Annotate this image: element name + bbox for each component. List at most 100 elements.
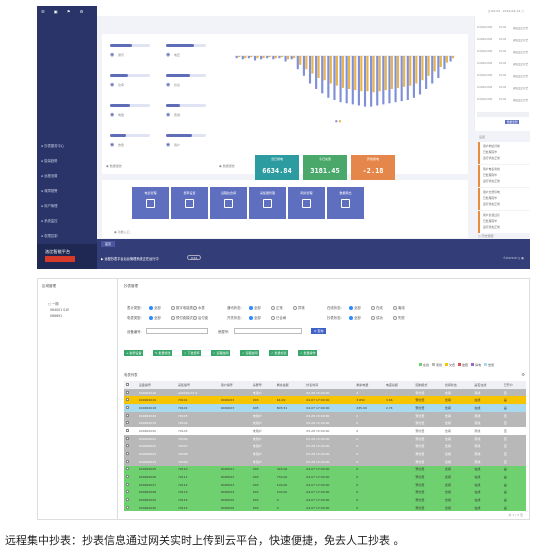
table-row[interactable]: 040902024 70109 未用户 05-28 15:00:00 0 预付费 合闸 离线否: [124, 457, 526, 466]
column-header[interactable]: 房屋号: [250, 381, 275, 389]
radio-icon[interactable]: [149, 306, 153, 310]
table-row[interactable]: 040902021 70106 未用户 05-28 15:00:00 0 预付费 合闸 离线否: [124, 434, 526, 443]
filter-option[interactable]: 全部: [249, 305, 261, 310]
radio-icon[interactable]: [149, 316, 153, 320]
row-checkbox[interactable]: [126, 405, 129, 409]
sidebar-item[interactable]: 故障报警: [41, 188, 57, 193]
radio-icon[interactable]: [193, 316, 197, 320]
filter-option[interactable]: 在线: [371, 305, 383, 310]
toolbar-button[interactable]: + 新增设备: [124, 350, 144, 356]
notes-link[interactable]: ◷ 历史报警: [478, 234, 494, 238]
table-row[interactable]: 040902020 70103 未用户 05-28 15:00:00 0 预付费 合闸 离线否: [124, 411, 526, 420]
table-row[interactable]: 040902019 70101 0000023 003 64.09 04-07 17:00…: [124, 396, 526, 405]
alarm-note[interactable]: 用户电表离线 已处理完毕 运行状态正常: [478, 165, 530, 187]
select-all-checkbox[interactable]: [126, 382, 129, 386]
toolbar-button[interactable]: ✓ 下发费率: [182, 350, 202, 356]
tree-node[interactable]: 066691: [48, 314, 69, 318]
column-header[interactable]: 合闸状态: [442, 381, 473, 389]
filter-option[interactable]: 全部: [349, 305, 361, 310]
feature-tile[interactable]: 数据导出: [327, 187, 364, 219]
column-header[interactable]: 电度总额: [383, 381, 414, 389]
radio-icon[interactable]: [249, 316, 253, 320]
radio-icon[interactable]: [193, 306, 197, 310]
side-link-settings[interactable]: 设置: [479, 135, 485, 139]
table-row[interactable]: 040902029 70114 0000025 003 0 04-07 17:00:00 0…: [124, 496, 526, 504]
column-header[interactable]: 采集编号: [175, 381, 219, 389]
sidebar-top-icons[interactable]: ☰ ▣ ⚑ ⚙: [41, 9, 87, 14]
radio-icon[interactable]: [371, 306, 375, 310]
table-row[interactable]: 040902018 70102 0000023 005 805.51 04-07 17:0…: [124, 404, 526, 412]
toolbar-button[interactable]: ✎ 批量修改: [153, 350, 173, 356]
sidebar-item[interactable]: 系统监控: [41, 218, 57, 223]
filter-option[interactable]: 成功: [371, 315, 383, 320]
column-header[interactable]: 用户编号: [218, 381, 251, 389]
radio-icon[interactable]: [371, 316, 375, 320]
radio-icon[interactable]: [349, 316, 353, 320]
device-search-input[interactable]: [146, 328, 208, 334]
filter-option[interactable]: 全部: [149, 315, 161, 320]
radio-icon[interactable]: [249, 306, 253, 310]
table-row[interactable]: 040902030 70115 0000026 003 0 04-07 17:00:00 0…: [124, 504, 526, 511]
feature-tile[interactable]: 远程拉合闸: [210, 187, 247, 219]
radio-icon[interactable]: [393, 316, 397, 320]
column-header[interactable]: 剩余金额: [274, 381, 305, 389]
row-checkbox[interactable]: [126, 436, 129, 440]
search-button[interactable]: Q 查询: [311, 328, 327, 334]
chart-link[interactable]: ▣ 数据报告: [219, 164, 235, 168]
radio-icon[interactable]: [271, 306, 275, 310]
column-header[interactable]: 抄表时间: [304, 381, 355, 389]
alarm-note[interactable]: 用户欠费停电 已处理完毕 运行状态正常: [478, 188, 530, 210]
toolbar-button[interactable]: ✓ 批量操作: [298, 350, 318, 356]
radio-icon[interactable]: [171, 306, 175, 310]
row-checkbox[interactable]: [126, 459, 129, 463]
sidebar-item[interactable]: 用户管理: [41, 203, 57, 208]
row-checkbox[interactable]: [126, 390, 129, 394]
tree-node[interactable]: □ 一期: [48, 301, 69, 306]
filter-option[interactable]: 预付费模式: [171, 315, 193, 320]
toolbar-button[interactable]: ✓ 批量抄表: [269, 350, 289, 356]
column-header[interactable]: 控制模式: [413, 381, 443, 389]
filter-option[interactable]: 全部: [149, 305, 161, 310]
side-link-button[interactable]: 数据监测: [505, 120, 520, 124]
sidebar-item[interactable]: 抄表服务中心: [41, 143, 64, 148]
room-search-input[interactable]: [234, 328, 302, 334]
table-row[interactable]: 040902027 70112 0000023 003 100.00 04-07 17:0…: [124, 480, 526, 489]
row-checkbox[interactable]: [126, 452, 129, 456]
row-checkbox[interactable]: [126, 467, 129, 471]
table-row[interactable]: 040902020 70105 未用户 05-28 15:00:00 0 预付费 合闸 离线否: [124, 427, 526, 435]
row-checkbox[interactable]: [126, 482, 129, 486]
feature-tile[interactable]: 电表管理: [132, 187, 169, 219]
table-row[interactable]: 040902028 70113 0000024 003 100.00 04-07 17:0…: [124, 488, 526, 497]
feature-tile[interactable]: 费率设置: [171, 187, 208, 219]
tiles-link[interactable]: ▣ 功能入口: [114, 230, 130, 234]
feature-tile[interactable]: 网关管理: [288, 187, 325, 219]
table-row[interactable]: 040902016 A00000 01 0 未用户 05-28 15:00:00 0 预付…: [124, 388, 526, 397]
alarm-note[interactable]: 用户负载过高 已处理完毕 运行状态正常: [478, 211, 530, 233]
row-checkbox[interactable]: [126, 421, 129, 425]
radio-icon[interactable]: [271, 316, 275, 320]
row-checkbox[interactable]: [126, 490, 129, 494]
row-checkbox[interactable]: [126, 475, 129, 479]
row-checkbox[interactable]: [126, 498, 129, 502]
row-checkbox[interactable]: [126, 413, 129, 417]
toolbar-button[interactable]: ✓ 远程合闸: [240, 350, 260, 356]
radio-icon[interactable]: [293, 306, 297, 310]
sidebar-item[interactable]: 远程设置: [41, 173, 57, 178]
column-header[interactable]: [124, 381, 137, 389]
sidebar-item[interactable]: 能量趋势: [41, 158, 57, 163]
filter-option[interactable]: 数字电能表: [171, 305, 193, 310]
column-header[interactable]: 剩余电量: [354, 381, 384, 389]
filter-option[interactable]: 水表: [193, 305, 205, 310]
filter-option[interactable]: 全部: [349, 315, 361, 320]
table-row[interactable]: 040902026 70111 0000022 003 730.00 04-07 17:0…: [124, 473, 526, 481]
radio-icon[interactable]: [171, 316, 175, 320]
table-row[interactable]: 040902023 70108 未用户 05-28 15:00:00 0 预付费 合闸 离线否: [124, 450, 526, 458]
radio-icon[interactable]: [393, 306, 397, 310]
filter-option[interactable]: 全部: [249, 315, 261, 320]
sidebar-item[interactable]: 权限控制: [41, 233, 57, 238]
column-header[interactable]: 设备编号: [136, 381, 176, 389]
alarm-note[interactable]: 用户地址异常 已处理完毕 运行状态正常: [478, 142, 530, 164]
column-header[interactable]: 已开户: [501, 381, 526, 389]
row-checkbox[interactable]: [126, 505, 129, 509]
table-row[interactable]: 040902019 70104 未用户 05-28 15:00:00 0 预付费 合闸 离线否: [124, 419, 526, 428]
